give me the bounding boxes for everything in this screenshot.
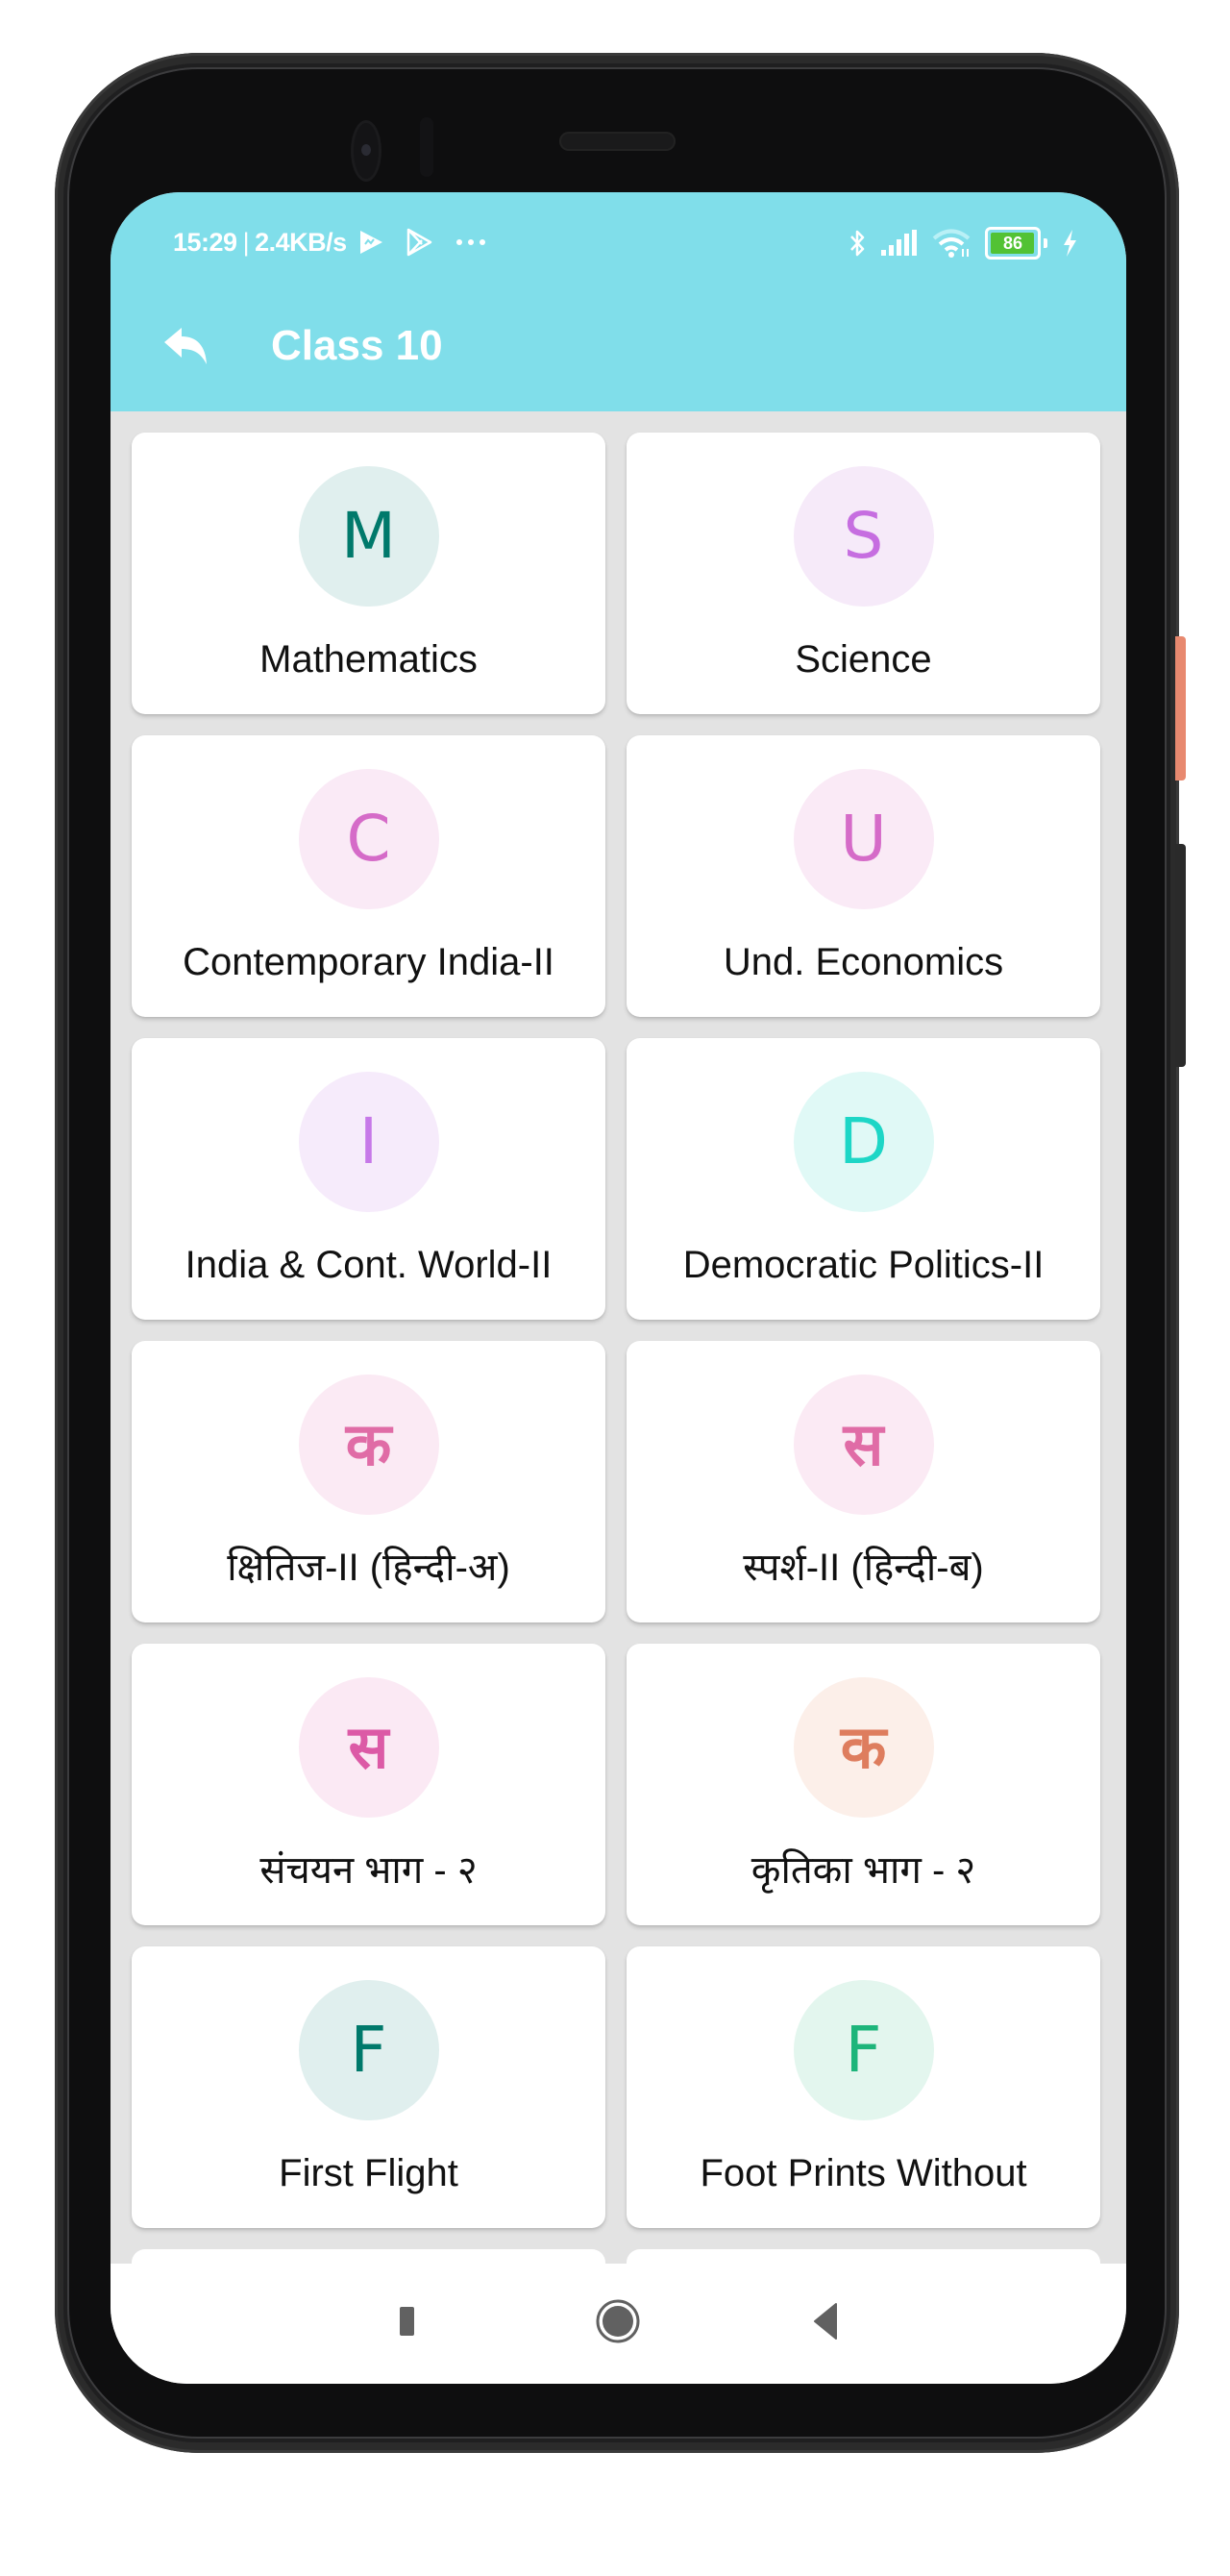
subject-card[interactable]: क क्षितिज-II (हिन्दी-अ) [132,1341,605,1622]
subject-initial-avatar: I [298,1072,439,1212]
wifi-icon [931,228,972,259]
subject-card[interactable]: I India & Cont. World-II [132,1038,605,1320]
circle-home-icon [596,2299,640,2343]
subject-label: India & Cont. World-II [184,1244,553,1286]
device-screen: 15:29 | 2.4KB/s 86 Class 10 M Mathematic… [111,192,1126,2384]
status-left: 15:29 | 2.4KB/s [173,227,487,258]
back-nav-button[interactable] [797,2292,854,2350]
subject-label: First Flight [279,2152,458,2194]
subject-initial-avatar: क [793,1677,934,1818]
play-store-icon [405,227,433,258]
front-camera-icon [354,123,379,179]
subject-label: Foot Prints Without [700,2152,1027,2194]
battery-level: 86 [1002,233,1023,253]
subject-card[interactable]: M Mathematics [132,433,605,714]
back-button[interactable] [159,319,212,373]
battery-icon: 86 [985,227,1047,260]
system-navigation-bar [111,2264,1126,2384]
more-notifications-icon [455,237,487,247]
subject-initial-avatar: M [298,466,439,607]
subject-label: Science [795,638,932,681]
subject-card[interactable]: F First Flight [132,1946,605,2228]
subject-initial-avatar: U [793,769,934,909]
subject-card[interactable]: C Contemporary India-II [132,735,605,1017]
subject-card[interactable]: स स्पर्श-II (हिन्दी-ब) [627,1341,1100,1622]
network-speed: 2.4KB/s [255,227,347,257]
subject-card[interactable]: D Democratic Politics-II [627,1038,1100,1320]
subject-initial-avatar: F [298,1980,439,2120]
subject-label: क्षितिज-II (हिन्दी-अ) [227,1547,510,1589]
toolbar: Class 10 [111,298,1126,394]
subject-grid: M Mathematics S Science C Contemporary India-… [132,433,1102,2278]
status-bar: 15:29 | 2.4KB/s 86 [111,221,1126,260]
recent-apps-button[interactable] [380,2292,437,2350]
subject-initial-avatar: D [793,1072,934,1212]
home-button[interactable] [589,2292,647,2350]
square-icon [400,2307,414,2336]
subject-initial-avatar: S [793,466,934,607]
bluetooth-icon [849,228,866,259]
status-time: 15:29 [173,227,237,257]
subject-label: Mathematics [259,638,478,681]
subject-label: स्पर्श-II (हिन्दी-ब) [743,1547,984,1589]
subject-initial-avatar: स [298,1677,439,1818]
reply-back-arrow-icon [164,328,207,364]
subject-initial-avatar: C [298,769,439,909]
subject-label: Und. Economics [723,941,1004,983]
status-right: 86 [849,227,1078,260]
status-separator: | [242,227,250,257]
subject-initial-avatar: F [793,1980,934,2120]
subject-label: कृतिका भाग - २ [750,1849,976,1892]
play-games-icon [357,228,385,257]
power-button [1175,636,1186,780]
subject-card[interactable]: S Science [627,433,1100,714]
triangle-back-icon [814,2303,837,2340]
earpiece-speaker [559,132,676,151]
subject-card[interactable]: क कृतिका भाग - २ [627,1644,1100,1925]
subject-card[interactable]: U Und. Economics [627,735,1100,1017]
subject-label: Democratic Politics-II [682,1244,1045,1286]
subject-initial-avatar: स [793,1375,934,1515]
subject-initial-avatar: क [298,1375,439,1515]
cellular-signal-icon [879,229,918,258]
charging-icon [1061,229,1078,258]
subject-card[interactable]: F Foot Prints Without [627,1946,1100,2228]
proximity-sensor [420,117,433,177]
subject-card[interactable]: स संचयन भाग - २ [132,1644,605,1925]
subject-label: Contemporary India-II [183,941,554,983]
subject-label: संचयन भाग - २ [259,1849,478,1892]
page-title: Class 10 [271,322,443,369]
app-bar: 15:29 | 2.4KB/s 86 Class 10 [111,192,1126,411]
volume-button [1175,844,1186,1067]
